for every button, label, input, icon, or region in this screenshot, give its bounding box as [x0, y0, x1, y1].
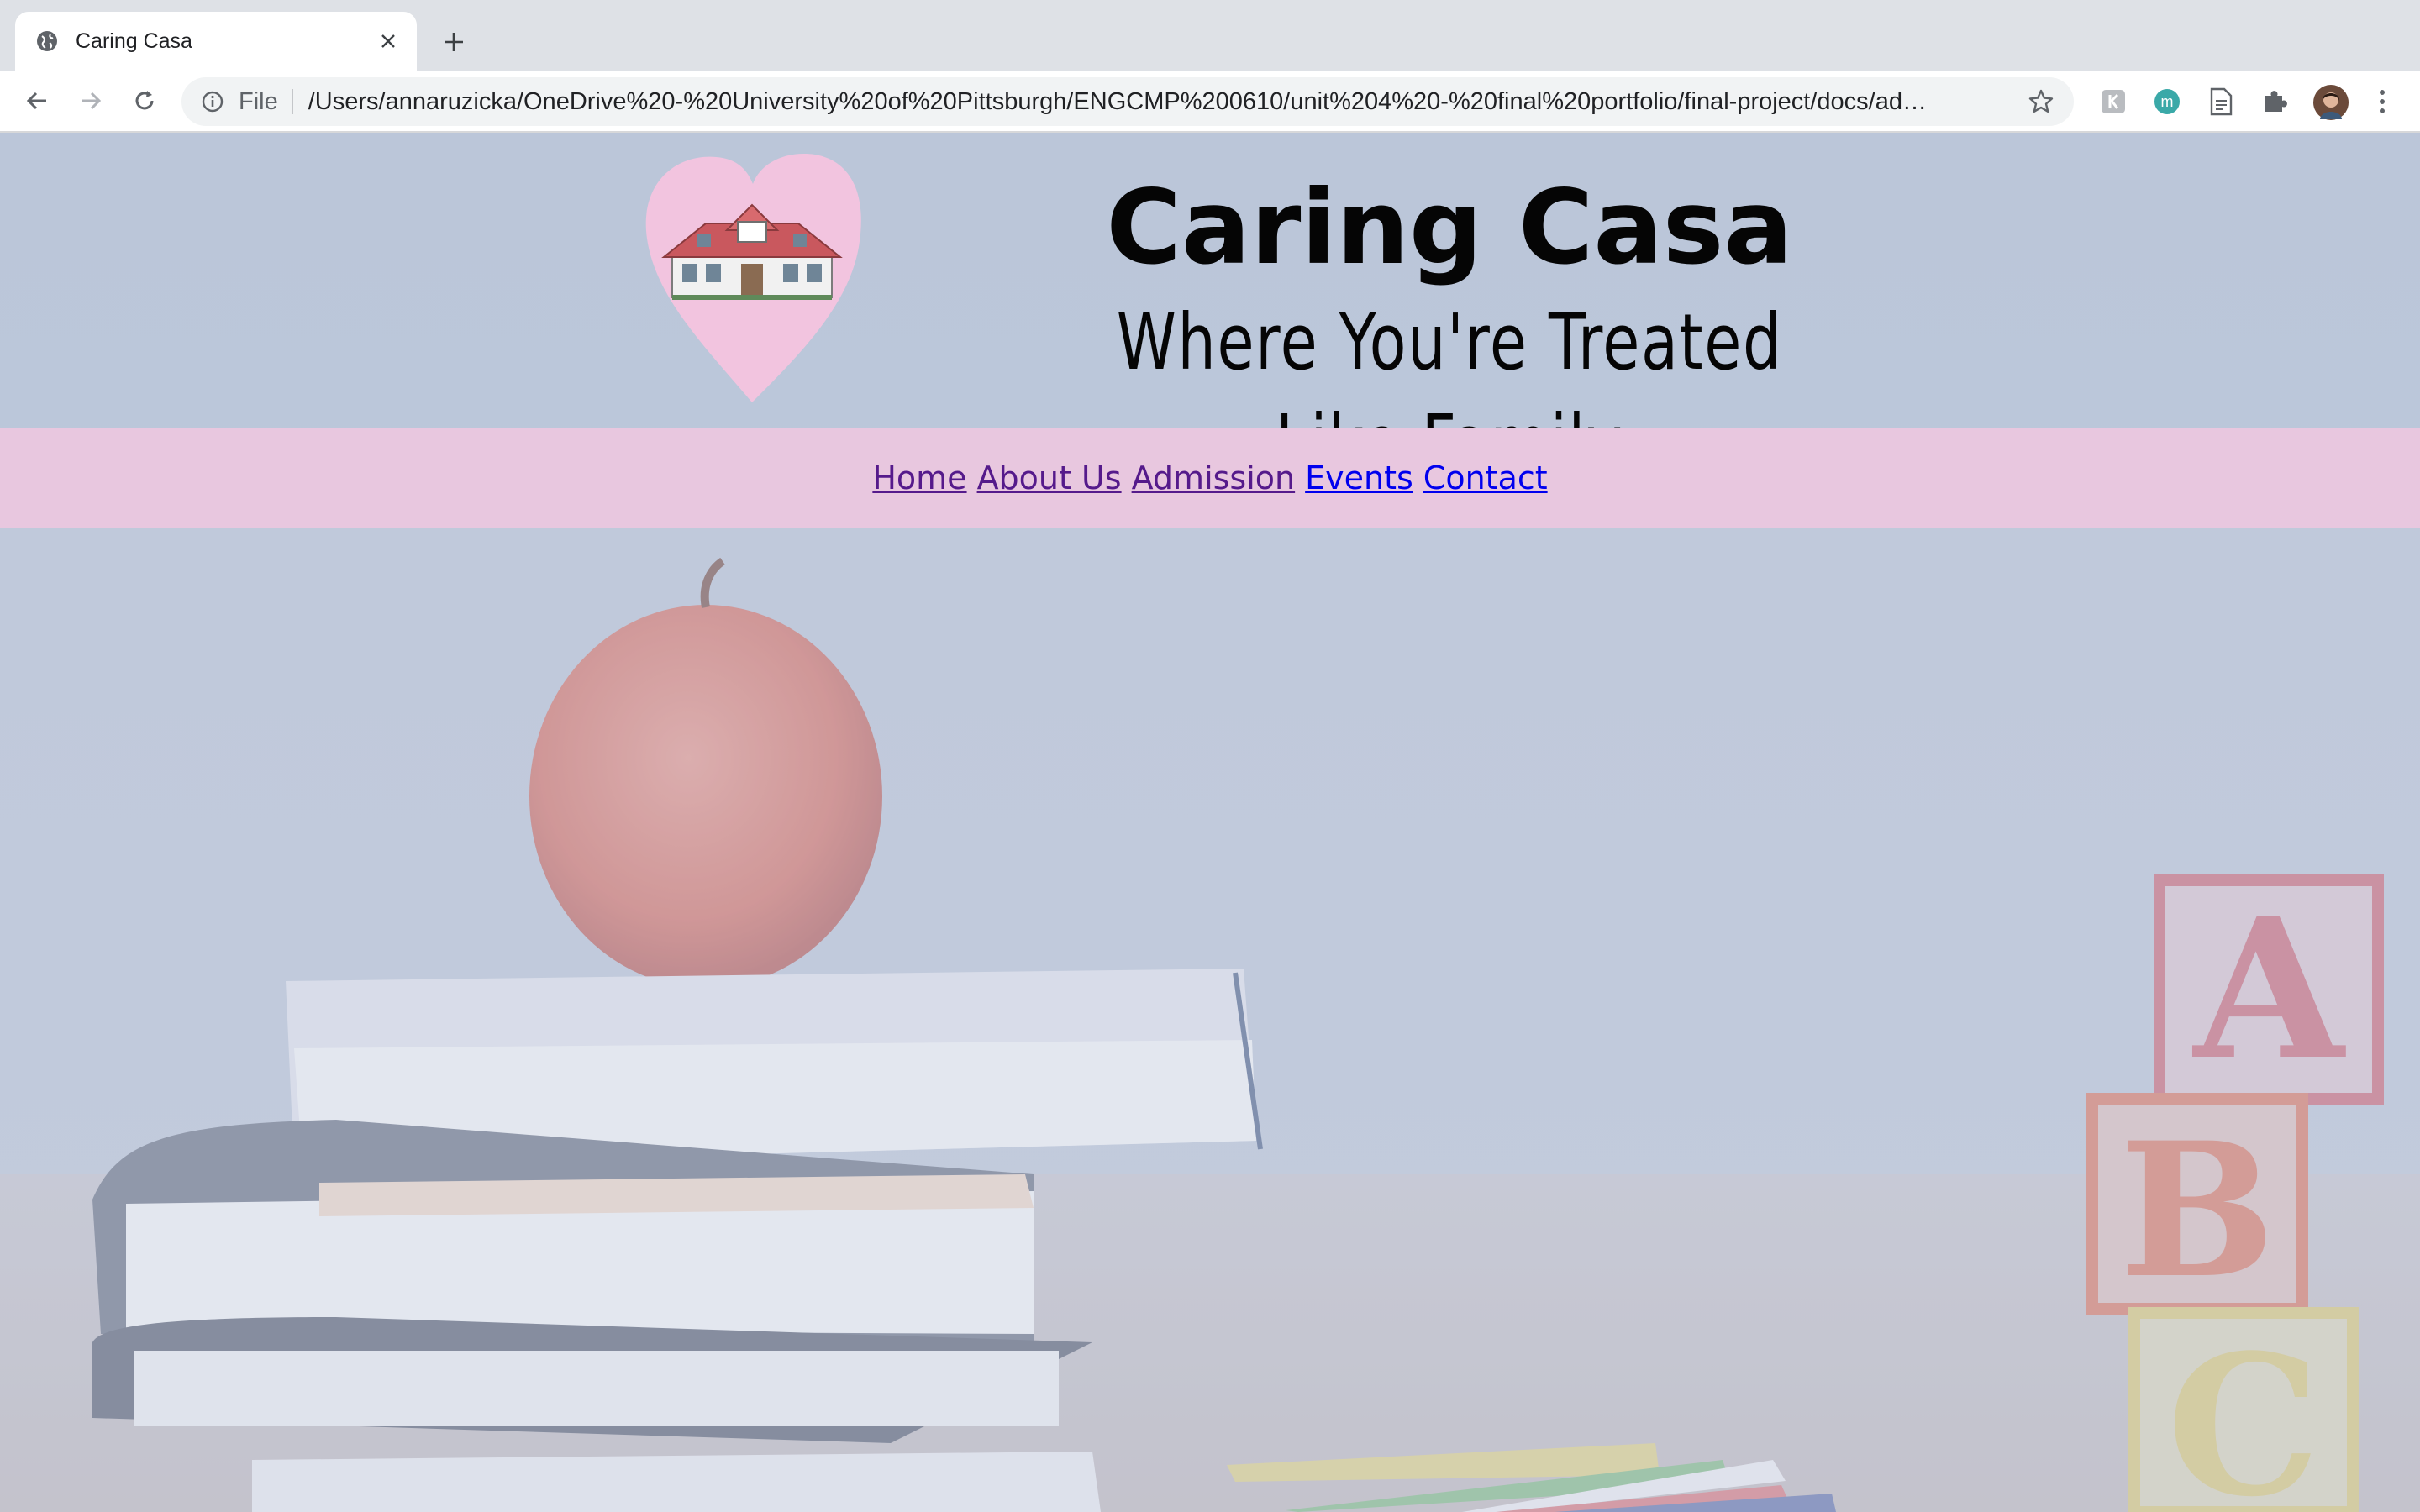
tab-strip: Caring Casa	[0, 0, 2420, 71]
extension-m-icon[interactable]: m	[2153, 87, 2181, 116]
url-text[interactable]: /Users/annaruzicka/OneDrive%20-%20Univer…	[308, 88, 1930, 116]
puzzle-icon[interactable]	[2260, 87, 2289, 116]
svg-text:m: m	[2161, 93, 2174, 110]
browser-tab[interactable]: Caring Casa	[15, 12, 417, 71]
tab-title: Caring Casa	[76, 29, 192, 53]
info-icon[interactable]	[200, 89, 225, 114]
nav-link-admission[interactable]: Admission	[1132, 459, 1296, 496]
scheme-label: File	[239, 87, 278, 115]
browser-toolbar: File /Users/annaruzicka/OneDrive%20-%20U…	[0, 71, 2420, 133]
star-icon[interactable]	[2027, 87, 2055, 116]
nav-link-contact[interactable]: Contact	[1423, 459, 1548, 496]
site-nav: Home About Us Admission Events Contact	[0, 428, 2420, 528]
nav-link-about-us[interactable]: About Us	[977, 459, 1122, 496]
menu-kebab-icon[interactable]	[2368, 87, 2396, 116]
document-icon[interactable]	[2207, 87, 2235, 116]
avatar[interactable]	[2312, 84, 2349, 121]
address-bar[interactable]: File /Users/annaruzicka/OneDrive%20-%20U…	[182, 77, 2074, 126]
house-heart-logo	[645, 154, 861, 402]
page-viewport: A B C Caring Casa Where You're Treated L…	[0, 133, 2420, 1512]
nav-link-events[interactable]: Events	[1305, 459, 1413, 496]
omnibox-divider	[291, 89, 293, 114]
nav-link-home[interactable]: Home	[872, 459, 966, 496]
close-icon[interactable]	[371, 24, 405, 58]
extension-k-icon[interactable]	[2099, 87, 2128, 116]
globe-icon	[34, 28, 60, 55]
site-title: Caring Casa	[1106, 168, 1793, 287]
new-tab-button[interactable]	[434, 22, 474, 62]
back-button[interactable]	[17, 81, 57, 121]
site-header: Caring Casa Where You're Treated Like Fa…	[0, 133, 2420, 488]
forward-button[interactable]	[71, 81, 111, 121]
reload-button[interactable]	[124, 81, 165, 121]
